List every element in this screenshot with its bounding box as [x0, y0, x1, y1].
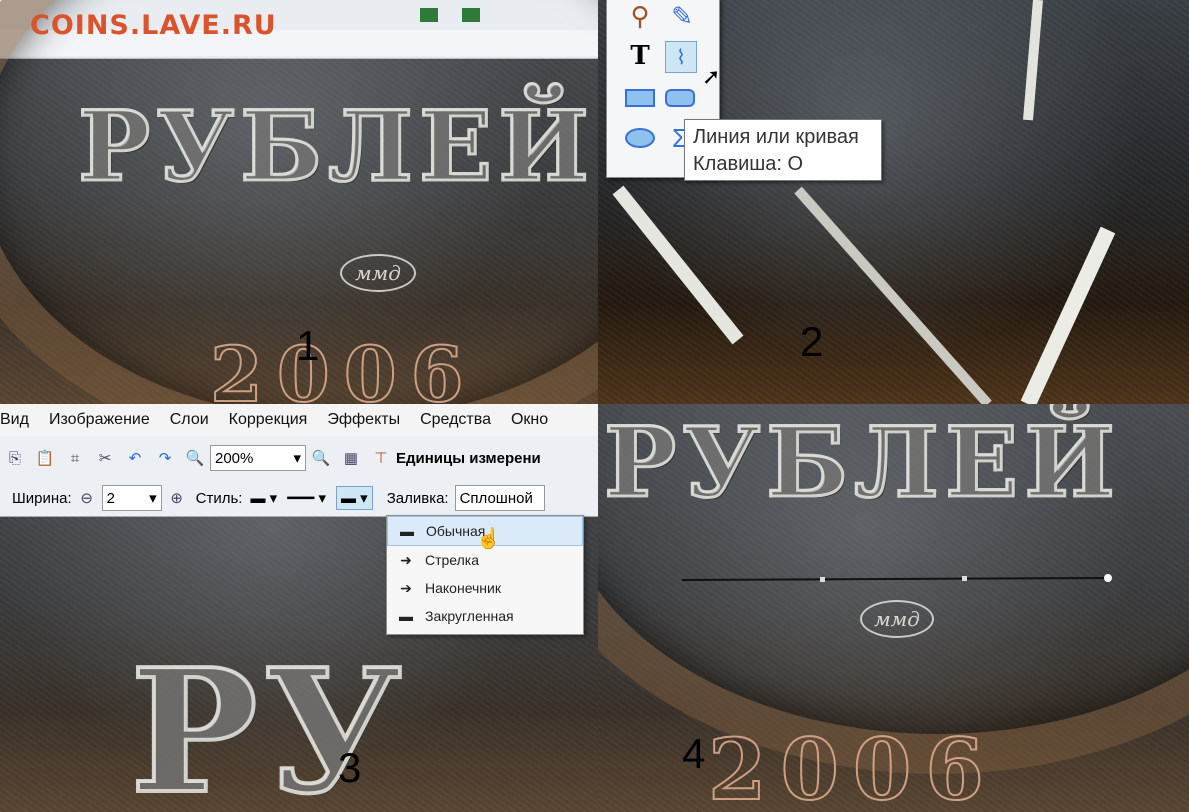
increase-icon[interactable]: ⊕: [166, 487, 188, 509]
text-tool-icon[interactable]: T: [625, 41, 655, 71]
redo-icon[interactable]: ↷: [154, 447, 176, 469]
menu-adjustments[interactable]: Коррекция: [219, 411, 318, 429]
coin-year: 2006: [209, 329, 478, 404]
paste-icon[interactable]: 📋: [34, 447, 56, 469]
chevron-down-icon: ▾: [149, 490, 157, 507]
rectangle-tool-icon[interactable]: [625, 83, 655, 113]
watermark: COINS.LAVE.RU: [30, 10, 277, 41]
option-arrowhead[interactable]: ➔ Наконечник: [387, 574, 583, 602]
line-weight-select[interactable]: ━━━ ▾: [287, 489, 326, 507]
panel-2: ⚲ ✎ T ⌇ Σ ➚ Линия или кривая Клавиша: O …: [598, 0, 1189, 404]
panel-number: 4: [682, 730, 706, 777]
drawn-line: [681, 577, 1109, 581]
menu-layers[interactable]: Слои: [160, 411, 219, 429]
zoom-in-icon[interactable]: 🔍: [310, 447, 332, 469]
tooltip-title: Линия или кривая: [693, 126, 859, 148]
line-endpoint-handle[interactable]: [1104, 574, 1112, 582]
zoom-out-icon[interactable]: 🔍: [184, 447, 206, 469]
tooltip-hotkey: Клавиша: O: [693, 153, 804, 175]
arrow-cap-icon: ➜: [400, 551, 412, 568]
letter-stroke: [794, 186, 992, 404]
tool-options-bar: Ширина: ⊖ 2 ▾ ⊕ Стиль: ▬ ▾ ━━━ ▾ ▬ ▾ Зал…: [0, 480, 598, 517]
flat-cap-icon: ▬: [400, 523, 414, 539]
stamp-tool-icon[interactable]: ⚲: [625, 1, 655, 31]
panel-number: 2: [800, 318, 824, 365]
menu-tools[interactable]: Средства: [410, 411, 501, 429]
zoom-value: 200%: [215, 449, 254, 467]
undo-icon[interactable]: ↶: [124, 447, 146, 469]
coin-year: 2006: [707, 719, 998, 812]
line-handle[interactable]: [962, 576, 967, 581]
coin-legend: РУБЛЕЙ: [77, 89, 595, 205]
width-select[interactable]: 2 ▾: [101, 485, 162, 511]
recolor-tool-icon[interactable]: ✎: [667, 1, 697, 31]
panel-4: РУБЛЕЙ ммд 2006 4: [598, 404, 1189, 812]
menu-image[interactable]: Изображение: [39, 411, 160, 429]
menu-bar: Вид Изображение Слои Коррекция Эффекты С…: [0, 404, 598, 436]
ellipse-tool-icon[interactable]: [625, 123, 655, 153]
grid-icon[interactable]: ▦: [340, 447, 362, 469]
units-label: Единицы измерени: [396, 449, 541, 467]
panel-1: РУБЛЕЙ ммд 2006 1: [0, 0, 598, 404]
coin-legend-zoomed: РУ: [128, 630, 408, 812]
arrowhead-cap-icon: ➔: [400, 579, 412, 596]
cursor-icon: ☝: [476, 528, 501, 550]
menu-effects[interactable]: Эффекты: [317, 411, 410, 429]
tooltip: Линия или кривая Клавиша: O: [684, 119, 882, 181]
rounded-rectangle-tool-icon[interactable]: [665, 83, 695, 113]
fill-label: Заливка:: [386, 489, 449, 507]
letter-stroke: [1020, 226, 1116, 404]
chevron-down-icon: ▾: [293, 450, 301, 467]
line-handle[interactable]: [820, 577, 825, 582]
main-toolbar: ⎘ 📋 ⌗ ✂ ↶ ↷ 🔍 200% ▾ 🔍 ▦ ⊤ Единицы измер…: [0, 436, 598, 481]
dash-style-select[interactable]: ▬ ▾: [250, 489, 277, 507]
option-label: Закругленная: [425, 608, 514, 624]
cap-style-select[interactable]: ▬ ▾: [335, 486, 373, 510]
fill-value: Сплошной: [459, 489, 533, 507]
copy-icon[interactable]: ⎘: [4, 447, 26, 469]
width-label: Ширина:: [12, 489, 72, 507]
option-label: Стрелка: [425, 552, 480, 568]
option-rounded[interactable]: ▬ Закругленная: [387, 602, 583, 630]
mint-mark: ммд: [860, 600, 934, 638]
menu-window[interactable]: Окно: [501, 411, 558, 429]
style-label: Стиль:: [195, 489, 243, 507]
menu-view[interactable]: Вид: [0, 411, 39, 429]
option-label: Наконечник: [425, 580, 501, 596]
panel-number: 1: [296, 322, 320, 369]
deselect-icon[interactable]: ✂: [94, 447, 116, 469]
mint-mark: ммд: [340, 254, 416, 292]
crop-icon[interactable]: ⌗: [64, 447, 86, 469]
panel-3: РУ Вид Изображение Слои Коррекция Эффект…: [0, 404, 598, 812]
letter-stroke: [1023, 0, 1043, 121]
letter-stroke: [612, 185, 744, 345]
zoom-select[interactable]: 200% ▾: [210, 445, 306, 471]
line-curve-tool-icon[interactable]: ⌇: [665, 41, 697, 73]
ruler-icon[interactable]: ⊤: [370, 447, 392, 469]
rounded-cap-icon: ▬: [399, 608, 413, 624]
panel-number: 3: [338, 744, 362, 791]
cursor-icon: ➚: [702, 64, 721, 89]
width-value: 2: [106, 489, 115, 507]
decrease-icon[interactable]: ⊖: [76, 487, 98, 509]
fill-select[interactable]: Сплошной: [454, 485, 545, 511]
